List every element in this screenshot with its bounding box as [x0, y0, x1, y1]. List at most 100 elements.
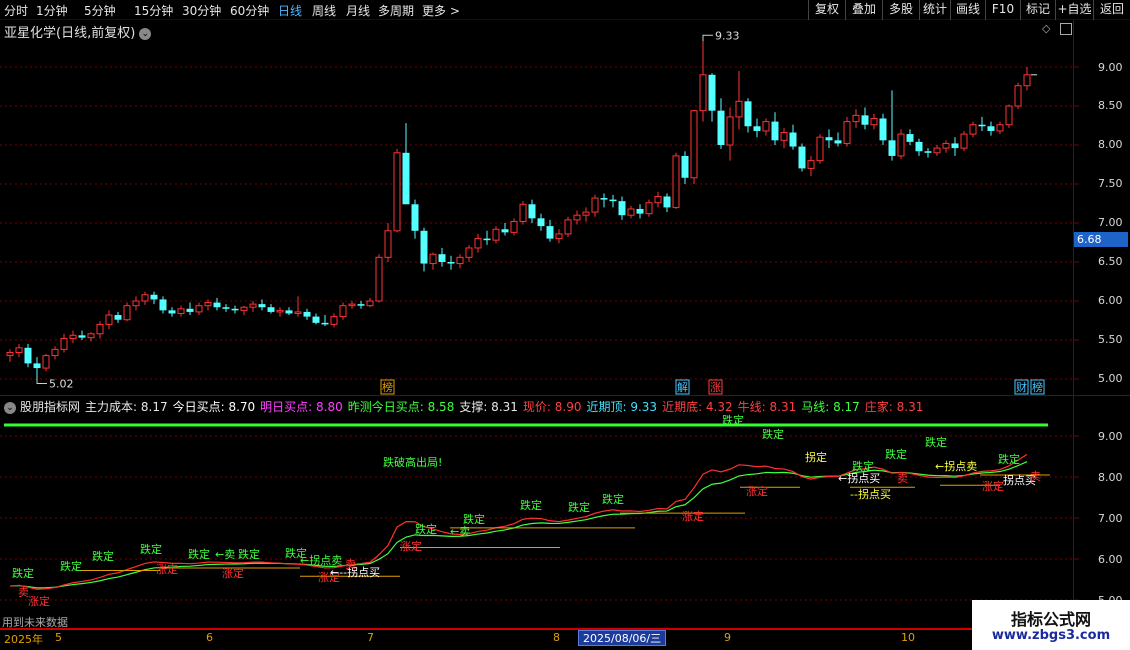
signal-label: 跌定	[140, 542, 162, 556]
candle	[600, 193, 608, 208]
current-price-tag: 6.68	[1074, 232, 1128, 247]
candle-body	[573, 214, 581, 221]
candle-body	[618, 201, 626, 216]
candle-body	[735, 100, 743, 118]
signal-label: 拐定	[805, 450, 827, 464]
date-month: 10	[901, 631, 915, 644]
candle-body	[168, 310, 176, 314]
date-month: 7	[367, 631, 374, 644]
high-marker: 9.33	[715, 29, 740, 42]
candle-body	[699, 74, 707, 112]
event-badge: 榜	[380, 379, 395, 395]
candle-body	[717, 110, 725, 145]
candle-body	[375, 256, 383, 302]
period-1min[interactable]: 1分钟	[36, 2, 68, 19]
period-60min[interactable]: 60分钟	[230, 2, 269, 19]
candle	[771, 112, 779, 145]
back-button[interactable]: 返回	[1093, 0, 1130, 20]
period-more[interactable]: 更多 >	[422, 2, 460, 19]
add-watchlist-button[interactable]: +自选	[1055, 0, 1093, 20]
signal-label: 跌定	[520, 498, 542, 512]
price-axis-label: 6.00	[1098, 294, 1123, 307]
signal-label: 跌定	[602, 492, 624, 506]
candle-body	[78, 335, 86, 338]
candle	[735, 70, 743, 130]
candle	[654, 191, 662, 208]
candle	[852, 109, 860, 128]
indicator-axis-label: 7.00	[1098, 512, 1123, 525]
candle	[249, 301, 257, 312]
candle-body	[465, 247, 473, 258]
window-box-icon[interactable]	[1060, 23, 1072, 35]
candle-body	[978, 124, 986, 127]
candle-body	[987, 126, 995, 131]
draw-button[interactable]: 画线	[950, 0, 985, 20]
price-axis-label: 8.00	[1098, 138, 1123, 151]
candle	[141, 291, 149, 305]
event-badge-label: 财	[1016, 380, 1027, 394]
fuquan-button[interactable]: 复权	[808, 0, 845, 20]
candle-body	[114, 315, 122, 320]
candle-body	[249, 303, 257, 308]
signal-label: 涨定	[400, 539, 422, 553]
candle	[114, 311, 122, 323]
candle-body	[807, 160, 815, 169]
stock-title[interactable]: 亚星化学(日线,前复权) ⌄	[4, 22, 152, 41]
period-15min[interactable]: 15分钟	[134, 2, 173, 19]
overlay-button[interactable]: 叠加	[845, 0, 882, 20]
candle-body	[51, 348, 59, 357]
candle-body	[726, 116, 734, 146]
candle	[636, 204, 644, 219]
f10-button[interactable]: F10	[985, 0, 1020, 20]
period-fenshi[interactable]: 分时	[4, 2, 28, 19]
candle	[924, 148, 932, 158]
indicator-field: 主力成本: 8.17	[85, 400, 168, 414]
signal-label: ←拐点卖	[300, 553, 342, 567]
multi-stock-button[interactable]: 多股	[882, 0, 919, 20]
period-monthly[interactable]: 月线	[346, 2, 370, 19]
candle	[51, 346, 59, 360]
candle-body	[150, 294, 158, 300]
candle-body	[762, 121, 770, 132]
signal-label: 跌定	[925, 435, 947, 449]
candle	[78, 330, 86, 340]
candle-body	[528, 204, 536, 219]
candle-body	[789, 132, 797, 147]
candle-body	[933, 147, 941, 154]
chevron-down-icon[interactable]: ⌄	[4, 402, 16, 414]
event-badge-box	[1030, 379, 1045, 395]
candle	[222, 304, 230, 312]
period-daily[interactable]: 日线	[278, 2, 302, 19]
candle	[546, 219, 554, 242]
period-5min[interactable]: 5分钟	[84, 2, 116, 19]
candle	[987, 121, 995, 136]
event-badge-label: 涨	[710, 381, 721, 394]
horse-line	[9, 461, 1028, 589]
candle	[699, 41, 707, 122]
candle-body	[771, 121, 779, 141]
period-multi[interactable]: 多周期	[378, 2, 414, 19]
price-axis-label: 7.50	[1098, 177, 1123, 190]
mark-button[interactable]: 标记	[1020, 0, 1055, 20]
signal-label: 卖	[1030, 470, 1041, 483]
candle	[33, 357, 41, 378]
candle	[915, 138, 923, 156]
diamond-icon[interactable]: ◇	[1042, 22, 1050, 35]
event-badge-box	[380, 379, 395, 395]
candle-body	[654, 195, 662, 204]
candle-body	[366, 300, 374, 307]
indicator-name[interactable]: 股朋指标网	[20, 400, 80, 414]
stats-button[interactable]: 统计	[919, 0, 950, 20]
candle	[447, 255, 455, 270]
candle	[555, 229, 563, 244]
candle	[519, 201, 527, 225]
signal-label: 涨定	[318, 570, 340, 584]
candle	[105, 310, 113, 330]
period-weekly[interactable]: 周线	[312, 2, 336, 19]
candle	[960, 130, 968, 152]
period-30min[interactable]: 30分钟	[182, 2, 221, 19]
chevron-down-icon[interactable]: ⌄	[139, 28, 152, 40]
candle-body	[177, 308, 185, 314]
signal-label: 涨定	[682, 509, 704, 523]
candle	[429, 252, 437, 270]
